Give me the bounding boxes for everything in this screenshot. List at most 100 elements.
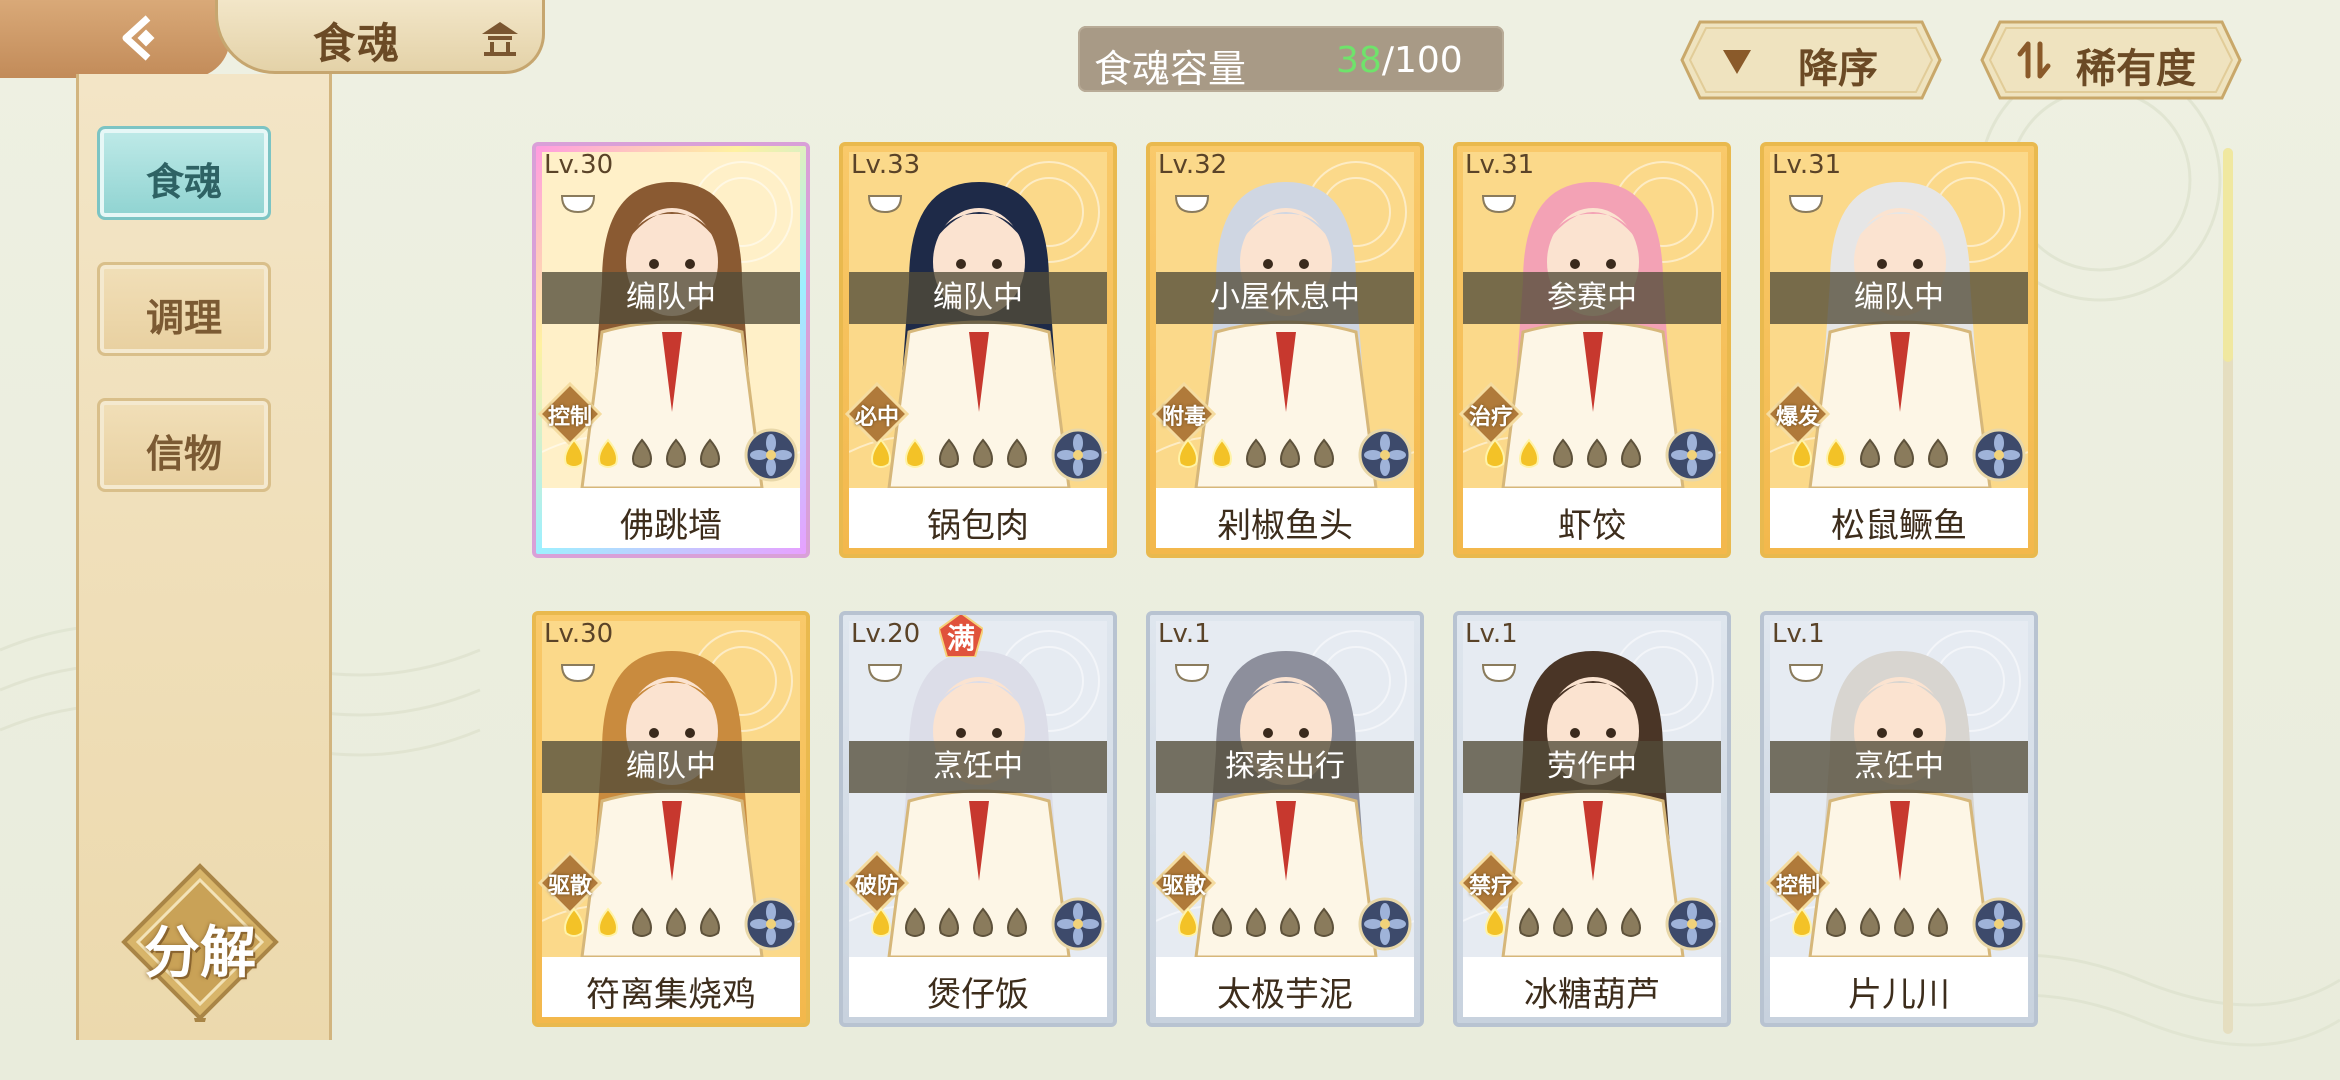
role-label: 爆发: [1775, 405, 1820, 430]
food-soul-card[interactable]: Lv.30 编队中 控制 佛跳墙: [532, 142, 810, 558]
name-bar: 松鼠鳜鱼: [1770, 488, 2028, 548]
food-soul-name: 符离集烧鸡: [586, 975, 756, 1015]
sidebar-item-tokens[interactable]: 信物: [97, 398, 271, 492]
food-soul-name: 冰糖葫芦: [1524, 975, 1660, 1015]
capacity-label: 食魂容量: [1094, 47, 1247, 91]
status-banner: 编队中: [542, 272, 800, 324]
role-label: 驱散: [1161, 874, 1206, 899]
star-drops: [1792, 907, 1948, 937]
food-soul-card[interactable]: Lv.32 小屋休息中 附毒 剁椒鱼头: [1146, 142, 1424, 558]
food-soul-card[interactable]: Lv.1 探索出行 驱散 太极芋泥: [1146, 611, 1424, 1027]
flower-emblem-icon: [1972, 428, 2026, 482]
name-bar: 锅包肉: [849, 488, 1107, 548]
level-label: Lv.1: [1158, 619, 1211, 649]
name-bar: 片儿川: [1770, 957, 2028, 1017]
bowl-icon: [1788, 664, 1824, 683]
name-bar: 剁椒鱼头: [1156, 488, 1414, 548]
food-soul-card[interactable]: Lv.33 编队中 必中 锅包肉: [839, 142, 1117, 558]
flower-emblem-icon: [744, 897, 798, 951]
flower-emblem-icon: [1665, 897, 1719, 951]
status-banner: 烹饪中: [849, 741, 1107, 793]
role-label: 治疗: [1468, 405, 1513, 430]
food-soul-card[interactable]: Lv.30 编队中 驱散 符离集烧鸡: [532, 611, 810, 1027]
sort-order-label: 降序: [1798, 46, 1878, 92]
name-bar: 太极芋泥: [1156, 957, 1414, 1017]
level-label: Lv.1: [1772, 619, 1825, 649]
back-arrow-icon: [122, 15, 155, 61]
scrollbar[interactable]: [2223, 148, 2233, 1034]
level-label: Lv.20: [851, 619, 921, 649]
star-drops: [1178, 438, 1334, 468]
star-drops: [871, 907, 1027, 937]
capacity-total: /100: [1381, 40, 1463, 81]
page-title: 食魂: [313, 19, 402, 68]
food-soul-name: 佛跳墙: [620, 506, 722, 546]
bowl-icon: [1788, 195, 1824, 214]
capacity-count: 38/100: [1336, 40, 1463, 81]
star-drops: [1485, 438, 1641, 468]
role-label: 禁疗: [1468, 874, 1513, 899]
capacity-panel: 食魂容量 38/100: [1078, 26, 1504, 92]
bowl-icon: [560, 195, 596, 214]
capacity-current: 38: [1336, 40, 1382, 81]
role-label: 控制: [1775, 874, 1820, 899]
bowl-icon: [1174, 664, 1210, 683]
star-drops: [1792, 438, 1948, 468]
sort-by-button[interactable]: 稀有度: [1980, 20, 2242, 100]
flower-emblem-icon: [1358, 897, 1412, 951]
role-label: 附毒: [1161, 405, 1206, 430]
status-banner: 劳作中: [1463, 741, 1721, 793]
star-drops: [564, 438, 720, 468]
status-banner: 编队中: [849, 272, 1107, 324]
sidebar-item-label: 食魂: [145, 160, 222, 204]
role-label: 控制: [547, 405, 592, 430]
flower-emblem-icon: [1358, 428, 1412, 482]
star-drops: [1178, 907, 1334, 937]
sidebar-item-label: 调理: [145, 296, 222, 340]
page-title-tab: 食魂: [215, 0, 545, 74]
food-soul-card[interactable]: Lv.20 满 烹饪中 破防 煲仔饭: [839, 611, 1117, 1027]
status-banner: 探索出行: [1156, 741, 1414, 793]
bowl-icon: [560, 664, 596, 683]
pavilion-icon: [482, 22, 518, 56]
bowl-icon: [867, 195, 903, 214]
star-drops: [564, 907, 720, 937]
level-label: Lv.31: [1465, 150, 1535, 180]
flower-emblem-icon: [1051, 897, 1105, 951]
star-drops: [1485, 907, 1641, 937]
name-bar: 冰糖葫芦: [1463, 957, 1721, 1017]
role-label: 破防: [854, 874, 899, 899]
food-soul-card[interactable]: Lv.31 参赛中 治疗 虾饺: [1453, 142, 1731, 558]
food-soul-name: 剁椒鱼头: [1217, 506, 1353, 546]
max-badge-label: 满: [946, 622, 975, 655]
name-bar: 佛跳墙: [542, 488, 800, 548]
name-bar: 煲仔饭: [849, 957, 1107, 1017]
name-bar: 虾饺: [1463, 488, 1721, 548]
food-soul-name: 煲仔饭: [927, 975, 1029, 1015]
bowl-icon: [1481, 664, 1517, 683]
food-soul-card[interactable]: Lv.1 劳作中 禁疗 冰糖葫芦: [1453, 611, 1731, 1027]
food-soul-card[interactable]: Lv.1 烹饪中 控制 片儿川: [1760, 611, 2038, 1027]
level-label: Lv.32: [1158, 150, 1228, 180]
scrollbar-thumb[interactable]: [2223, 148, 2233, 362]
swap-icon: [2017, 41, 2051, 79]
food-soul-name: 片儿川: [1848, 975, 1950, 1015]
sort-order-button[interactable]: 降序: [1680, 20, 1942, 100]
decompose-label: 分解: [144, 921, 256, 986]
back-button[interactable]: [0, 0, 230, 78]
level-label: Lv.30: [544, 619, 614, 649]
level-label: Lv.33: [851, 150, 921, 180]
flower-emblem-icon: [744, 428, 798, 482]
flower-emblem-icon: [1051, 428, 1105, 482]
bowl-icon: [867, 664, 903, 683]
status-banner: 烹饪中: [1770, 741, 2028, 793]
sidebar-item-soul[interactable]: 食魂: [97, 126, 271, 220]
sidebar-item-cooking[interactable]: 调理: [97, 262, 271, 356]
name-bar: 符离集烧鸡: [542, 957, 800, 1017]
food-soul-card[interactable]: Lv.31 编队中 爆发 松鼠鳜鱼: [1760, 142, 2038, 558]
max-badge: 满: [939, 615, 983, 657]
star-drops: [871, 438, 1027, 468]
decompose-button[interactable]: 分解: [120, 862, 280, 1022]
status-banner: 小屋休息中: [1156, 272, 1414, 324]
level-label: Lv.31: [1772, 150, 1842, 180]
